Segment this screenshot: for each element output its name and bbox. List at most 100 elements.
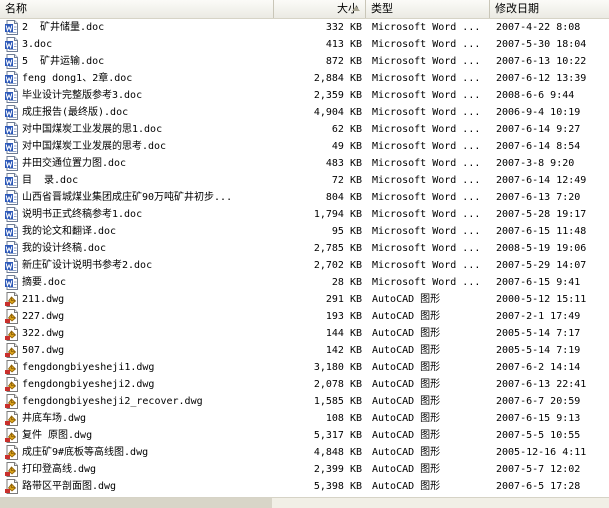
file-size: 413 KB [325,39,362,50]
file-type: Microsoft Word ... [372,22,481,33]
file-type: Microsoft Word ... [372,90,481,101]
file-modified-date: 2005-5-14 7:17 [496,328,581,339]
file-type: Microsoft Word ... [372,158,481,169]
autocad-dwg-icon [5,360,19,375]
autocad-dwg-icon [5,445,19,460]
file-modified-date: 2007-6-14 9:27 [496,124,581,135]
file-name: 我的设计终稿.doc [22,243,107,254]
file-type: AutoCAD 图形 [372,362,441,373]
autocad-dwg-icon [5,462,19,477]
file-modified-date: 2007-6-7 20:59 [496,396,581,407]
file-name: 摘要.doc [22,277,67,288]
file-size: 72 KB [331,175,362,186]
file-row[interactable]: 322.dwg 144 KB AutoCAD 图形 2005-5-14 7:17 [0,325,609,342]
word-doc-icon [5,207,19,222]
word-doc-icon [5,71,19,86]
column-header-name[interactable]: 名称 [0,0,274,18]
file-name: 复件 原图.dwg [22,430,93,441]
file-size: 1,794 KB [313,209,362,220]
file-row[interactable]: 说明书正式终稿参考1.doc 1,794 KB Microsoft Word ...… [0,206,609,223]
file-type: AutoCAD 图形 [372,464,441,475]
autocad-dwg-icon [5,377,19,392]
autocad-dwg-icon [5,394,19,409]
column-header-date[interactable]: 修改日期 [490,0,609,18]
file-size: 2,884 KB [313,73,362,84]
file-row[interactable]: 摘要.doc 28 KB Microsoft Word ... 2007-6-15 9… [0,274,609,291]
file-modified-date: 2007-3-8 9:20 [496,158,575,169]
file-type: Microsoft Word ... [372,243,481,254]
file-row[interactable]: 211.dwg 291 KB AutoCAD 图形 2000-5-12 15:11 [0,291,609,308]
file-row[interactable]: 打印登高线.dwg 2,399 KB AutoCAD 图形 2007-5-7 12:0… [0,461,609,478]
file-name: 打印登高线.dwg [22,464,97,475]
file-row[interactable]: 山西省晋城煤业集团成庄矿90万吨矿井初步... 804 KB Microsoft W… [0,189,609,206]
file-modified-date: 2007-6-15 9:13 [496,413,581,424]
file-row[interactable]: 227.dwg 193 KB AutoCAD 图形 2007-2-1 17:49 [0,308,609,325]
file-size: 144 KB [325,328,362,339]
file-row[interactable]: 成庄报告(最终版).doc 4,904 KB Microsoft Word ... 2… [0,104,609,121]
file-modified-date: 2007-6-13 22:41 [496,379,587,390]
file-name: feng dong1、2章.doc [22,73,133,84]
file-type: Microsoft Word ... [372,124,481,135]
file-modified-date: 2007-6-15 9:41 [496,277,581,288]
file-type: Microsoft Word ... [372,73,481,84]
file-name: 507.dwg [22,345,65,356]
file-modified-date: 2007-2-1 17:49 [496,311,581,322]
word-doc-icon [5,88,19,103]
autocad-dwg-icon [5,479,19,494]
file-row[interactable]: 我的论文和翻译.doc 95 KB Microsoft Word ... 2007-6… [0,223,609,240]
file-row[interactable]: 井底车场.dwg 108 KB AutoCAD 图形 2007-6-15 9:13 [0,410,609,427]
autocad-dwg-icon [5,309,19,324]
horizontal-scrollbar[interactable] [0,497,609,508]
file-row[interactable]: fengdongbiyesheji2.dwg 2,078 KB AutoCAD 图形… [0,376,609,393]
file-type: AutoCAD 图形 [372,430,441,441]
file-row[interactable]: 我的设计终稿.doc 2,785 KB Microsoft Word ... 2008… [0,240,609,257]
file-modified-date: 2007-5-28 19:17 [496,209,587,220]
file-row[interactable]: 对中国煤炭工业发展的思考.doc 49 KB Microsoft Word ... 2… [0,138,609,155]
file-size: 28 KB [331,277,362,288]
file-size: 4,848 KB [313,447,362,458]
file-row[interactable]: 2 矿井储量.doc 332 KB Microsoft Word ... 2007-4… [0,19,609,36]
autocad-dwg-icon [5,292,19,307]
file-name: 3.doc [22,39,53,50]
file-size: 2,702 KB [313,260,362,271]
file-size: 142 KB [325,345,362,356]
autocad-dwg-icon [5,343,19,358]
file-size: 5,398 KB [313,481,362,492]
file-row[interactable]: 新庄矿设计说明书参考2.doc 2,702 KB Microsoft Word ..… [0,257,609,274]
file-type: AutoCAD 图形 [372,328,441,339]
file-size: 193 KB [325,311,362,322]
file-name: 对中国煤炭工业发展的思考.doc [22,141,167,152]
file-modified-date: 2007-5-5 10:55 [496,430,581,441]
file-type: Microsoft Word ... [372,260,481,271]
file-name: 毕业设计完整版参考3.doc [22,90,143,101]
file-name: 说明书正式终稿参考1.doc [22,209,143,220]
column-header-type[interactable]: 类型 [366,0,490,18]
file-modified-date: 2007-5-29 14:07 [496,260,587,271]
file-row[interactable]: fengdongbiyesheji1.dwg 3,180 KB AutoCAD 图形… [0,359,609,376]
word-doc-icon [5,139,19,154]
autocad-dwg-icon [5,411,19,426]
file-type: Microsoft Word ... [372,39,481,50]
file-modified-date: 2007-6-2 14:14 [496,362,581,373]
file-row[interactable]: 井田交通位置力图.doc 483 KB Microsoft Word ... 2007… [0,155,609,172]
file-explorer-details-view: 名称 大小 类型 修改日期 2 矿井储量.doc 332 KB Microsoft … [0,0,609,508]
file-row[interactable]: 3.doc 413 KB Microsoft Word ... 2007-5-30 1… [0,36,609,53]
file-type: Microsoft Word ... [372,277,481,288]
autocad-dwg-icon [5,428,19,443]
file-row[interactable]: 目 录.doc 72 KB Microsoft Word ... 2007-6-14 … [0,172,609,189]
file-type: Microsoft Word ... [372,175,481,186]
file-row[interactable]: 5 矿井运输.doc 872 KB Microsoft Word ... 2007-6… [0,53,609,70]
file-size: 62 KB [331,124,362,135]
file-row[interactable]: 复件 原图.dwg 5,317 KB AutoCAD 图形 2007-5-5 10:5… [0,427,609,444]
file-name: 山西省晋城煤业集团成庄矿90万吨矿井初步... [22,192,233,203]
word-doc-icon [5,190,19,205]
file-row[interactable]: 507.dwg 142 KB AutoCAD 图形 2005-5-14 7:19 [0,342,609,359]
file-row[interactable]: feng dong1、2章.doc 2,884 KB Microsoft Word … [0,70,609,87]
file-row[interactable]: 毕业设计完整版参考3.doc 2,359 KB Microsoft Word ...… [0,87,609,104]
file-name: 井田交通位置力图.doc [22,158,127,169]
file-row[interactable]: fengdongbiyesheji2_recover.dwg 1,585 KB Au… [0,393,609,410]
file-row[interactable]: 对中国煤炭工业发展的思1.doc 62 KB Microsoft Word ... 2… [0,121,609,138]
word-doc-icon [5,20,19,35]
file-row[interactable]: 路带区平剖面图.dwg 5,398 KB AutoCAD 图形 2007-6-5 17… [0,478,609,495]
file-row[interactable]: 成庄矿9#底板等高线图.dwg 4,848 KB AutoCAD 图形 2005-12… [0,444,609,461]
